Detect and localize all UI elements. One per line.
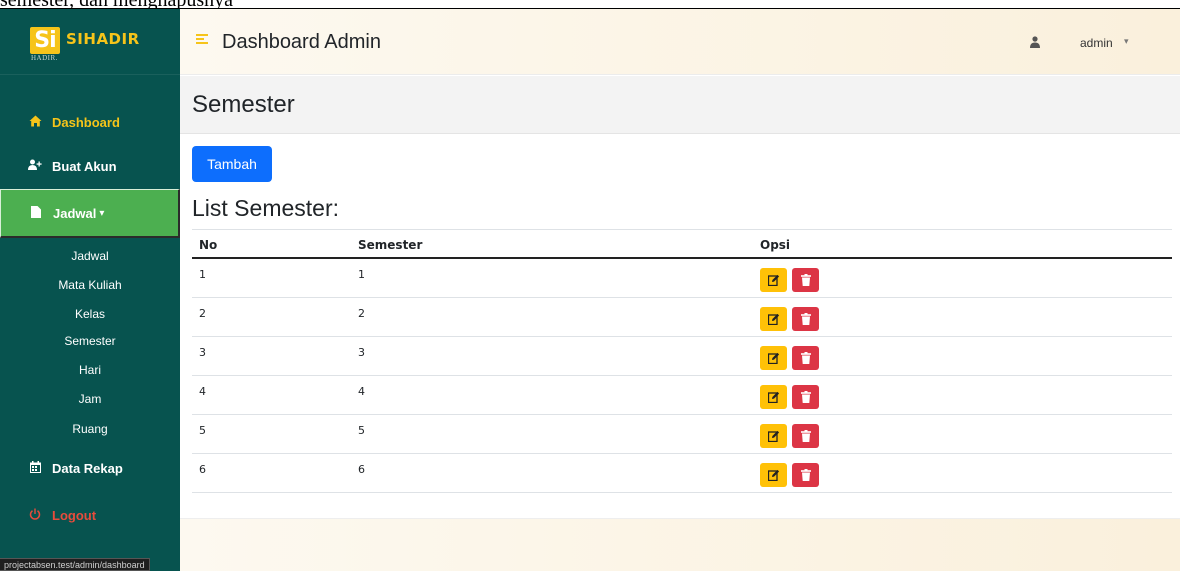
- trash-icon: [800, 430, 811, 442]
- sidebar-item-label: Buat Akun: [52, 158, 117, 174]
- user-menu[interactable]: admin: [1080, 36, 1113, 50]
- user-icon: [1030, 35, 1040, 48]
- sidebar: Si HADIR. SIHADIR Dashboard Buat Akun Ja…: [0, 9, 180, 571]
- brand-logo-subtext: HADIR.: [31, 54, 58, 62]
- submenu-item-jadwal[interactable]: Jadwal: [0, 241, 180, 271]
- sidebar-item-dashboard[interactable]: Dashboard: [0, 99, 180, 145]
- edit-button[interactable]: [760, 346, 787, 370]
- cell-semester: 1: [358, 268, 365, 281]
- table-row: 33: [192, 337, 1172, 376]
- chevron-down-icon[interactable]: ▾: [1124, 36, 1129, 47]
- edit-icon: [767, 430, 780, 442]
- edit-icon: [767, 313, 780, 325]
- cell-no: 3: [199, 346, 206, 359]
- delete-button[interactable]: [792, 463, 819, 487]
- sidebar-item-buat-akun[interactable]: Buat Akun: [0, 143, 180, 189]
- cell-opsi: [760, 385, 819, 409]
- edit-icon: [767, 391, 780, 403]
- cell-semester: 6: [358, 463, 365, 476]
- home-icon: [28, 115, 42, 130]
- sidebar-item-label: Logout: [52, 507, 97, 523]
- submenu-item-kelas[interactable]: Kelas: [0, 299, 180, 329]
- list-title: List Semester:: [192, 195, 339, 221]
- delete-button[interactable]: [792, 424, 819, 448]
- header-title: Dashboard Admin: [222, 31, 381, 53]
- power-icon: [28, 508, 42, 523]
- cell-no: 5: [199, 424, 206, 437]
- chevron-down-icon: ▾: [99, 207, 105, 219]
- table-header: No Semester Opsi: [192, 229, 1172, 259]
- table-row: 11: [192, 259, 1172, 298]
- submenu-item-hari[interactable]: Hari: [0, 355, 180, 385]
- edit-button[interactable]: [760, 424, 787, 448]
- cell-no: 2: [199, 307, 206, 320]
- trash-icon: [800, 391, 811, 403]
- cell-semester: 3: [358, 346, 365, 359]
- edit-icon: [767, 352, 780, 364]
- delete-button[interactable]: [792, 307, 819, 331]
- cell-opsi: [760, 268, 819, 292]
- brand[interactable]: Si HADIR. SIHADIR: [0, 9, 180, 75]
- table-row: 55: [192, 415, 1172, 454]
- table-row: 22: [192, 298, 1172, 337]
- cell-semester: 2: [358, 307, 365, 320]
- cell-opsi: [760, 346, 819, 370]
- edit-button[interactable]: [760, 463, 787, 487]
- page-title: Semester: [192, 91, 295, 118]
- edit-button[interactable]: [760, 307, 787, 331]
- column-header-no: No: [199, 238, 218, 252]
- file-icon: [29, 205, 43, 221]
- edit-button[interactable]: [760, 385, 787, 409]
- add-semester-button[interactable]: Tambah: [192, 146, 272, 182]
- sidebar-item-data-rekap[interactable]: Data Rekap: [0, 445, 180, 491]
- footer: [180, 518, 1180, 571]
- submenu-item-jam[interactable]: Jam: [0, 384, 180, 414]
- delete-button[interactable]: [792, 268, 819, 292]
- table-row: 44: [192, 376, 1172, 415]
- table-row: 66: [192, 454, 1172, 493]
- trash-icon: [800, 469, 811, 481]
- sidebar-item-label: Dashboard: [52, 114, 120, 130]
- top-header: Dashboard Admin admin ▾: [180, 9, 1180, 75]
- brand-name: SIHADIR: [66, 30, 140, 48]
- cell-no: 6: [199, 463, 206, 476]
- cell-semester: 5: [358, 424, 365, 437]
- page-heading-band: Semester: [180, 76, 1180, 134]
- trash-icon: [800, 274, 811, 286]
- sidebar-item-label: Data Rekap: [52, 460, 123, 476]
- calendar-icon: [28, 460, 42, 476]
- cell-opsi: [760, 424, 819, 448]
- cell-semester: 4: [358, 385, 365, 398]
- sidebar-item-logout[interactable]: Logout: [0, 492, 180, 538]
- edit-button[interactable]: [760, 268, 787, 292]
- trash-icon: [800, 313, 811, 325]
- brand-logo: Si: [30, 27, 60, 54]
- delete-button[interactable]: [792, 346, 819, 370]
- submenu-item-ruang[interactable]: Ruang: [0, 414, 180, 444]
- delete-button[interactable]: [792, 385, 819, 409]
- trash-icon: [800, 352, 811, 364]
- submenu-item-semester[interactable]: Semester: [0, 326, 180, 356]
- table-body: 112233445566: [192, 259, 1172, 493]
- browser-status-url: projectabsen.test/admin/dashboard: [0, 558, 150, 571]
- column-header-opsi: Opsi: [760, 238, 791, 252]
- column-header-semester: Semester: [358, 238, 423, 252]
- cell-no: 4: [199, 385, 206, 398]
- cell-opsi: [760, 307, 819, 331]
- sidebar-item-label: Jadwal: [53, 205, 97, 221]
- edit-icon: [767, 274, 780, 286]
- cell-no: 1: [199, 268, 206, 281]
- submenu-item-mata-kuliah[interactable]: Mata Kuliah: [0, 270, 180, 300]
- semester-table: No Semester Opsi 112233445566: [192, 229, 1172, 493]
- edit-icon: [767, 469, 780, 481]
- sidebar-item-jadwal[interactable]: Jadwal ▾: [0, 189, 180, 238]
- menu-toggle-icon[interactable]: [196, 34, 208, 46]
- cell-opsi: [760, 463, 819, 487]
- user-plus-icon: [28, 159, 42, 173]
